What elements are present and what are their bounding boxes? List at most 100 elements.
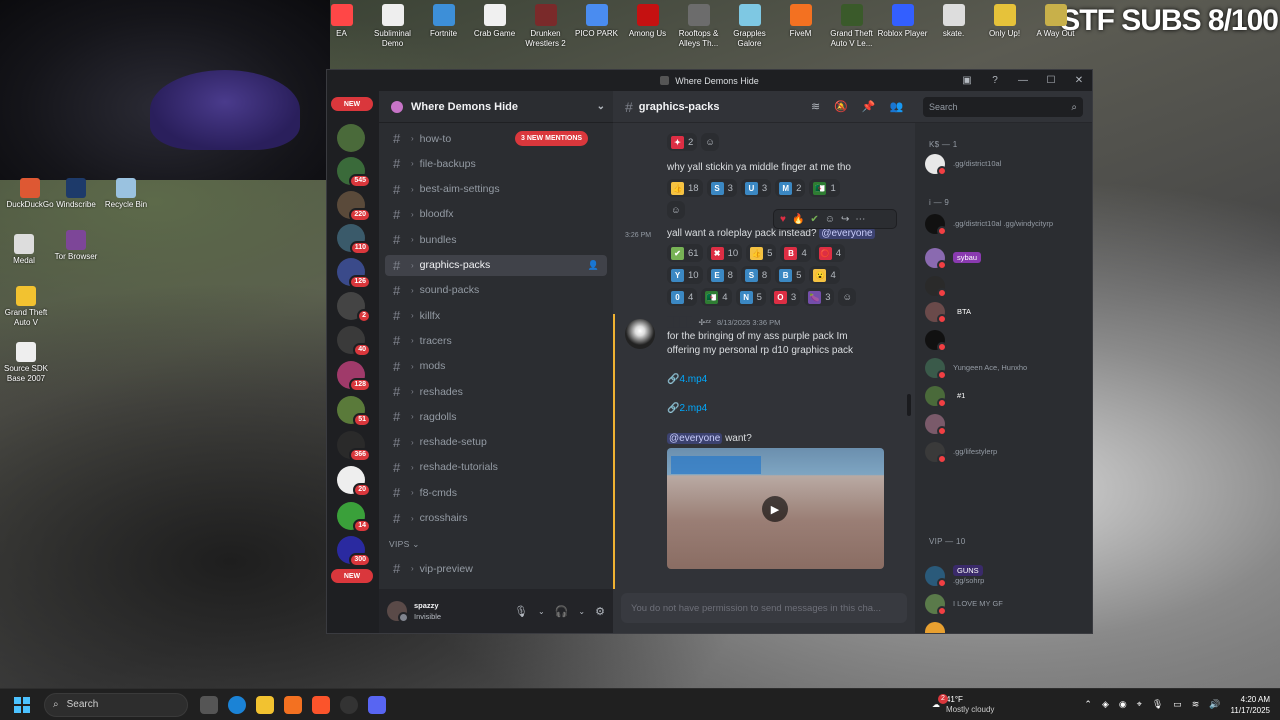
author-name[interactable]: ████ <box>667 317 693 327</box>
mention[interactable]: @everyone <box>667 433 723 444</box>
channel-item[interactable]: # › graphics-packs 👤 <box>385 254 607 276</box>
new-mentions-pill[interactable]: 3 NEW MENTIONS <box>515 131 589 146</box>
member-item[interactable]: .gg/lifestylerp <box>925 439 1085 465</box>
server-icon[interactable]: 126 <box>337 258 371 289</box>
member-item[interactable]: GUNS .gg/sohrp <box>925 563 1085 589</box>
desktop-shortcut[interactable]: Among Us <box>622 4 673 49</box>
maximize-button[interactable]: ☐ <box>1044 73 1058 87</box>
new-pill-bottom[interactable]: NEW <box>331 569 373 583</box>
server-icon[interactable]: 110 <box>337 224 371 255</box>
reaction[interactable]: N5 <box>735 288 766 306</box>
reaction[interactable]: 👍 5 <box>746 244 777 262</box>
reaction[interactable]: ✔ 61 <box>667 244 703 262</box>
channel-item[interactable]: # › vip-preview <box>385 558 607 579</box>
channel-item[interactable]: # › tracers <box>385 330 607 351</box>
clock[interactable]: 4:20 AM 11/17/2025 <box>1231 694 1270 716</box>
channel-item[interactable]: # › best-aim-settings <box>385 179 607 200</box>
desktop-shortcut[interactable]: Drunken Wrestlers 2 <box>520 4 571 49</box>
file-explorer-icon[interactable] <box>256 695 274 714</box>
desktop-shortcut[interactable]: Subliminal Demo <box>367 4 418 49</box>
reaction[interactable]: ✦ 2 <box>667 133 698 151</box>
desktop-shortcut[interactable]: Tor Browser <box>46 230 106 262</box>
category-header[interactable]: VIPS ⌄ <box>389 539 420 550</box>
server-icon[interactable]: 300 <box>337 536 371 567</box>
channel-item[interactable]: # › how-to 3 NEW MENTIONS <box>385 128 607 149</box>
member-item[interactable] <box>925 619 1085 633</box>
check-reaction-icon[interactable]: ✔ <box>810 214 818 225</box>
brave-icon[interactable] <box>312 695 330 714</box>
chevron-up-icon[interactable]: ⌃ <box>1084 699 1092 710</box>
member-list-icon[interactable]: 👥 <box>890 100 904 113</box>
video-embed[interactable]: ▶ <box>667 448 884 569</box>
mention[interactable]: @everyone <box>819 228 875 239</box>
reaction[interactable]: B4 <box>780 244 811 262</box>
vpn-icon[interactable]: ◈ <box>1102 699 1109 710</box>
desktop-shortcut[interactable]: Crab Game <box>469 4 520 49</box>
search-input[interactable]: Search ⌕ <box>923 97 1083 117</box>
wifi-icon[interactable]: ≋ <box>1192 699 1200 710</box>
member-item[interactable]: #1 <box>925 383 1085 409</box>
desktop-shortcut[interactable]: Only Up! <box>979 4 1030 49</box>
server-icon[interactable] <box>337 124 365 152</box>
add-reaction-icon[interactable]: ☺ <box>825 214 835 225</box>
channel-item[interactable]: # › f8-cmds <box>385 482 607 503</box>
desktop-shortcut[interactable]: PICO PARK <box>571 4 622 49</box>
reaction[interactable]: 🇩🇿 4 <box>701 288 732 306</box>
channel-item[interactable]: # › reshade-tutorials <box>385 457 607 478</box>
server-icon[interactable]: 20 <box>337 466 371 497</box>
new-pill-top[interactable]: NEW <box>331 97 373 111</box>
desktop-shortcut[interactable]: Rooftops & Alleys Th... <box>673 4 724 49</box>
reaction[interactable]: 👍 18 <box>667 179 703 197</box>
channel-item[interactable]: # › crosshairs <box>385 508 607 529</box>
notification-bell-icon[interactable]: 🔕 <box>834 100 848 113</box>
member-item[interactable] <box>925 411 1085 437</box>
reaction[interactable]: 😮 4 <box>809 266 840 284</box>
inbox-icon[interactable]: ▣ <box>960 73 974 87</box>
reaction[interactable]: E8 <box>706 266 737 284</box>
reaction[interactable]: U3 <box>740 179 772 197</box>
discord-taskbar-icon[interactable] <box>368 695 386 714</box>
member-item[interactable]: Yungeen Ace, Hunxho <box>925 355 1085 381</box>
headphones-icon[interactable]: 🎧 <box>555 605 569 618</box>
network-icon[interactable]: ⌖ <box>1137 699 1142 710</box>
desktop-shortcut[interactable]: skate. <box>928 4 979 49</box>
member-item[interactable]: sybau <box>925 245 1085 271</box>
desktop-shortcut[interactable]: Source SDK Base 2007 <box>0 342 56 384</box>
desktop-shortcut[interactable]: EA <box>316 4 367 49</box>
member-item[interactable]: BTA <box>925 299 1085 325</box>
server-icon[interactable]: 2 <box>337 292 371 323</box>
obs-icon[interactable] <box>340 695 358 714</box>
desktop-shortcut[interactable]: Roblox Player <box>877 4 928 49</box>
chevron-down-icon[interactable]: ⌄ <box>578 607 585 616</box>
reaction[interactable]: O3 <box>769 288 801 306</box>
channel-item[interactable]: # › bloodfx <box>385 204 607 225</box>
channel-item[interactable]: # › reshade-setup <box>385 432 607 453</box>
app-tray-icon[interactable]: ◉ <box>1119 699 1127 710</box>
channel-item[interactable]: # › killfx <box>385 305 607 326</box>
battery-icon[interactable]: ▭ <box>1173 699 1182 710</box>
add-reaction-button[interactable]: ☺ <box>701 133 719 151</box>
avatar[interactable] <box>625 319 655 349</box>
windows-start-icon[interactable] <box>14 696 30 713</box>
attachment-link[interactable]: 🔗4.mp4 <box>667 373 707 387</box>
desktop-shortcut[interactable]: FiveM <box>775 4 826 49</box>
guild-header[interactable]: Where Demons Hide ⌄ <box>379 91 613 123</box>
add-reaction-button[interactable]: ☺ <box>667 201 685 219</box>
add-reaction-button[interactable]: ☺ <box>838 288 857 306</box>
reply-icon[interactable]: ↪ <box>841 214 849 225</box>
message-composer[interactable]: You do not have permission to send messa… <box>621 593 907 623</box>
scrollbar[interactable] <box>907 394 911 416</box>
member-item[interactable] <box>925 327 1085 353</box>
desktop-shortcut[interactable]: Grand Theft Auto V Le... <box>826 4 877 49</box>
attachment-link[interactable]: 🔗2.mp4 <box>667 402 707 416</box>
minimize-button[interactable]: — <box>1016 73 1030 87</box>
server-icon[interactable]: 220 <box>337 191 371 222</box>
weather-widget[interactable]: ☁ 2 41°F Mostly cloudy <box>932 693 994 715</box>
invite-user-icon[interactable]: 👤 <box>588 260 599 271</box>
help-icon[interactable]: ? <box>988 73 1002 87</box>
close-button[interactable]: ✕ <box>1072 73 1086 87</box>
channel-item[interactable]: # › ragdolls <box>385 406 607 427</box>
reaction[interactable]: B5 <box>775 266 806 284</box>
settings-gear-icon[interactable]: ⚙ <box>595 605 605 618</box>
reaction[interactable]: ✖ 10 <box>706 244 743 262</box>
